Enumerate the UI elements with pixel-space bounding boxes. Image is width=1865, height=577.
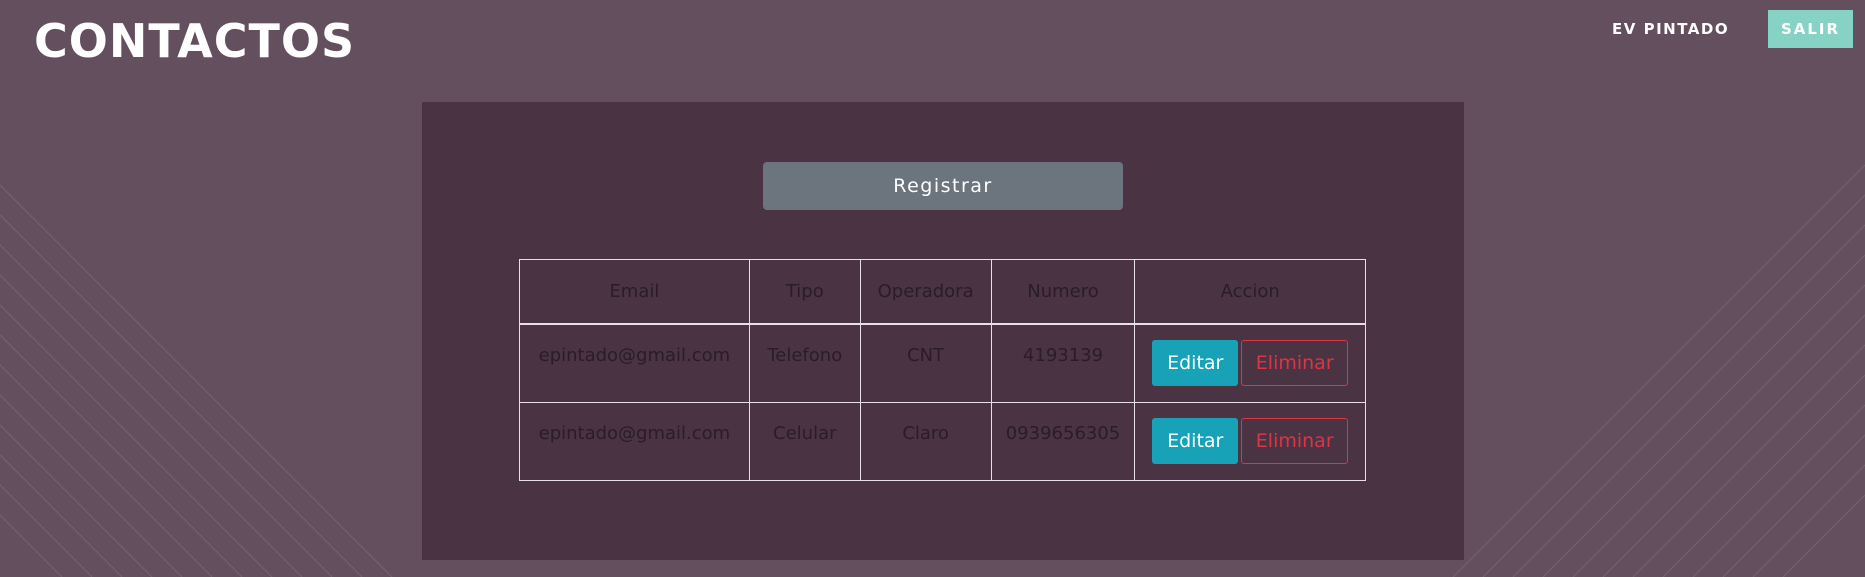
cell-operadora: CNT	[859, 323, 992, 403]
column-header-numero: Numero	[990, 259, 1136, 325]
register-button[interactable]: Registrar	[763, 162, 1123, 210]
page-title: CONTACTOS	[34, 14, 356, 68]
cell-email: epintado@gmail.com	[519, 323, 750, 403]
cell-tipo: Celular	[748, 401, 861, 481]
table-row: epintado@gmail.com Celular Claro 0939656…	[519, 401, 1366, 481]
cell-email: epintado@gmail.com	[519, 401, 750, 481]
delete-button[interactable]: Eliminar	[1241, 417, 1349, 464]
edit-button[interactable]: Editar	[1152, 339, 1239, 386]
contacts-table: Email Tipo Operadora Numero Accion epint…	[519, 259, 1366, 481]
column-header-tipo: Tipo	[748, 259, 861, 325]
cell-numero: 0939656305	[990, 401, 1136, 481]
table-header-row: Email Tipo Operadora Numero Accion	[519, 259, 1366, 325]
main-panel: Registrar Email Tipo Operadora Numero Ac…	[422, 102, 1464, 560]
column-header-accion: Accion	[1134, 259, 1366, 325]
user-name: EV PINTADO	[1612, 20, 1730, 38]
logout-button[interactable]: SALIR	[1768, 10, 1853, 48]
cell-numero: 4193139	[990, 323, 1136, 403]
cell-operadora: Claro	[859, 401, 992, 481]
delete-button[interactable]: Eliminar	[1241, 339, 1349, 386]
column-header-operadora: Operadora	[859, 259, 992, 325]
table-row: epintado@gmail.com Telefono CNT 4193139 …	[519, 323, 1366, 403]
column-header-email: Email	[519, 259, 750, 325]
cell-actions: Editar Eliminar	[1134, 323, 1366, 403]
cell-actions: Editar Eliminar	[1134, 401, 1366, 481]
cell-tipo: Telefono	[748, 323, 861, 403]
edit-button[interactable]: Editar	[1152, 417, 1239, 464]
